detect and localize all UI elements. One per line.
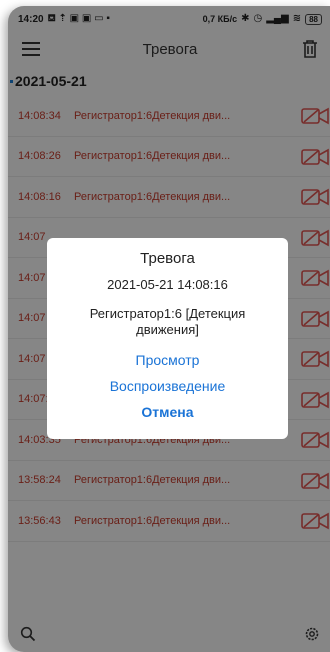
dialog-datetime: 2021-05-21 14:08:16	[107, 277, 228, 292]
view-button[interactable]: Просмотр	[47, 352, 288, 368]
alarm-dialog: Тревога 2021-05-21 14:08:16 Регистратор1…	[47, 238, 288, 439]
playback-button[interactable]: Воспроизведение	[47, 378, 288, 394]
dialog-title: Тревога	[140, 250, 195, 267]
cancel-button[interactable]: Отмена	[47, 404, 288, 420]
dialog-message: Регистратор1:6 [Детекция движения]	[89, 306, 246, 337]
